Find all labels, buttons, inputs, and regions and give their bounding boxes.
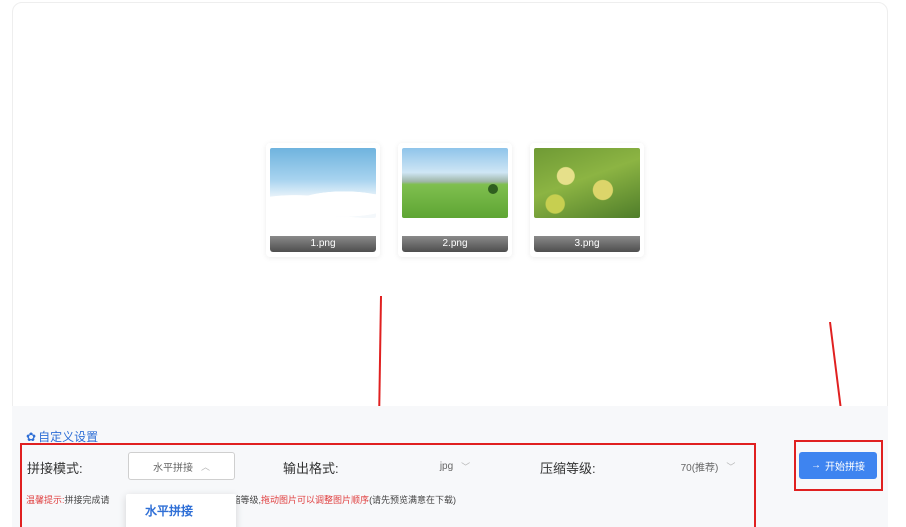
stitch-mode-label: 拼接模式:: [27, 461, 83, 476]
tip-text-1: 拼接完成请: [64, 495, 110, 505]
compression-level-select[interactable]: 70(推荐) ﹀: [668, 452, 748, 480]
yellow-flowers-image: [534, 148, 640, 218]
chevron-down-icon: ﹀: [461, 461, 471, 472]
tip-highlight: 拖动图片可以调整图片顺序: [261, 495, 370, 505]
image-filename: 2.png: [402, 236, 508, 252]
tip-text-3: (请先预览满意在下载): [369, 495, 457, 505]
dropdown-option-horizontal[interactable]: 水平拼接: [126, 494, 236, 519]
output-format-select[interactable]: jpg ﹀: [420, 452, 490, 480]
start-stitch-button[interactable]: → 开始拼接: [799, 452, 877, 479]
stitch-mode-select[interactable]: 水平拼接 ︿: [128, 452, 235, 480]
image-filename: 3.png: [534, 236, 640, 252]
tip-text: 温馨提示:拼接完成请 整压缩等级,拖动图片可以调整图片顺序(请先预览满意在下载): [26, 493, 456, 506]
output-format-label: 输出格式:: [283, 461, 339, 476]
green-field-image: [402, 148, 508, 218]
image-thumbnail-list: 1.png 2.png 3.png: [266, 143, 644, 257]
tip-prefix: 温馨提示:: [26, 495, 65, 505]
image-thumbnail-3[interactable]: 3.png: [530, 143, 644, 257]
stitch-mode-dropdown: 水平拼接: [126, 494, 236, 527]
start-stitch-label: 开始拼接: [825, 462, 865, 473]
chevron-up-icon: ︿: [200, 461, 210, 472]
image-thumbnail-1[interactable]: 1.png: [266, 143, 380, 257]
stitch-mode-value: 水平拼接: [152, 462, 193, 474]
gear-icon: ✿: [26, 429, 37, 444]
output-format-value: jpg: [439, 460, 454, 472]
sky-clouds-image: [270, 148, 376, 218]
image-thumbnail-2[interactable]: 2.png: [398, 143, 512, 257]
image-filename: 1.png: [270, 236, 376, 252]
chevron-down-icon: ﹀: [726, 461, 736, 472]
compression-level-label: 压缩等级:: [540, 461, 596, 476]
arrow-right-icon: →: [811, 460, 821, 471]
compression-level-value: 70(推荐): [680, 462, 719, 474]
